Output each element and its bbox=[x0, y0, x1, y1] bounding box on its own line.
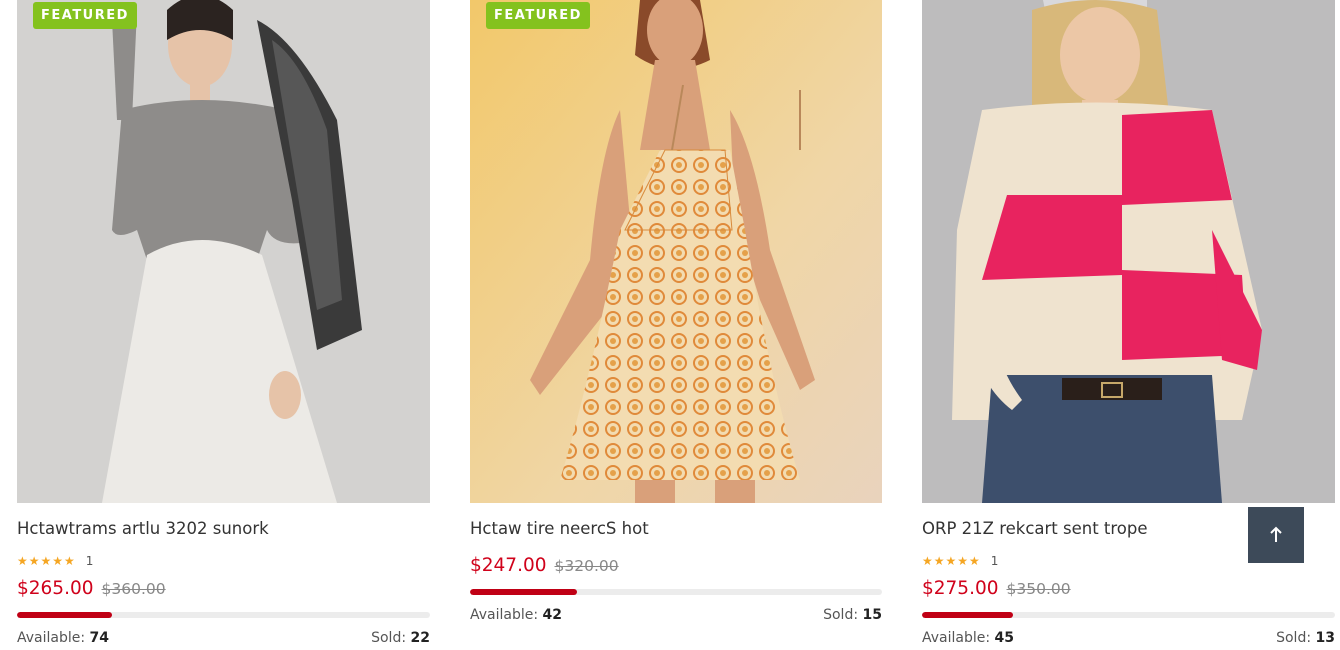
product-card[interactable]: FEATURED Hctaw tire neercS hot $247.00 $… bbox=[470, 0, 882, 623]
stock-progress-bar bbox=[922, 612, 1335, 618]
stock-progress-fill bbox=[922, 612, 1013, 618]
product-price: $247.00 $320.00 bbox=[470, 555, 619, 576]
product-photo-grey-top-white-skirt bbox=[17, 0, 430, 503]
available-count: Available: 42 bbox=[470, 607, 563, 623]
product-rating: ★★★★★ 1 bbox=[17, 554, 93, 568]
product-photo-pink-stripe-sweater bbox=[922, 0, 1335, 503]
product-rating: ★★★★★ 1 bbox=[922, 554, 998, 568]
review-count: 1 bbox=[85, 554, 94, 568]
stock-info: Available: 42 Sold: 15 bbox=[470, 607, 882, 623]
product-title[interactable]: Hctaw tire neercS hot bbox=[470, 519, 649, 538]
featured-badge: FEATURED bbox=[33, 2, 137, 29]
product-image[interactable]: FEATURED bbox=[17, 0, 430, 503]
product-photo-patterned-sundress bbox=[470, 0, 882, 503]
sale-price: $275.00 bbox=[922, 578, 999, 599]
sale-price: $247.00 bbox=[470, 555, 547, 576]
product-image[interactable] bbox=[922, 0, 1335, 503]
featured-badge: FEATURED bbox=[486, 2, 590, 29]
stock-progress-fill bbox=[470, 589, 578, 595]
available-count: Available: 45 bbox=[922, 630, 1015, 646]
original-price: $320.00 bbox=[554, 557, 619, 575]
review-count: 1 bbox=[990, 554, 999, 568]
arrow-up-icon bbox=[1270, 526, 1282, 542]
product-price: $275.00 $350.00 bbox=[922, 578, 1071, 599]
sold-count: Sold: 15 bbox=[823, 607, 882, 623]
original-price: $360.00 bbox=[101, 580, 166, 598]
back-to-top-button[interactable] bbox=[1248, 507, 1304, 563]
product-price: $265.00 $360.00 bbox=[17, 578, 166, 599]
stock-info: Available: 74 Sold: 22 bbox=[17, 630, 430, 646]
product-image[interactable]: FEATURED bbox=[470, 0, 882, 503]
original-price: $350.00 bbox=[1006, 580, 1071, 598]
product-title[interactable]: Hctawtrams artlu 3202 sunork bbox=[17, 519, 269, 538]
stock-progress-fill bbox=[17, 612, 112, 618]
available-count: Available: 74 bbox=[17, 630, 110, 646]
stock-progress-bar bbox=[470, 589, 882, 595]
stock-progress-bar bbox=[17, 612, 430, 618]
product-title[interactable]: ORP 21Z rekcart sent trope bbox=[922, 519, 1148, 538]
sale-price: $265.00 bbox=[17, 578, 94, 599]
sold-count: Sold: 22 bbox=[371, 630, 430, 646]
star-rating-icon: ★★★★★ bbox=[17, 554, 76, 568]
product-card[interactable]: FEATURED Hctawtrams artlu 3202 sunork ★★… bbox=[17, 0, 430, 646]
stock-info: Available: 45 Sold: 13 bbox=[922, 630, 1335, 646]
star-rating-icon: ★★★★★ bbox=[922, 554, 981, 568]
sold-count: Sold: 13 bbox=[1276, 630, 1335, 646]
product-card[interactable]: ORP 21Z rekcart sent trope ★★★★★ 1 $275.… bbox=[922, 0, 1335, 646]
